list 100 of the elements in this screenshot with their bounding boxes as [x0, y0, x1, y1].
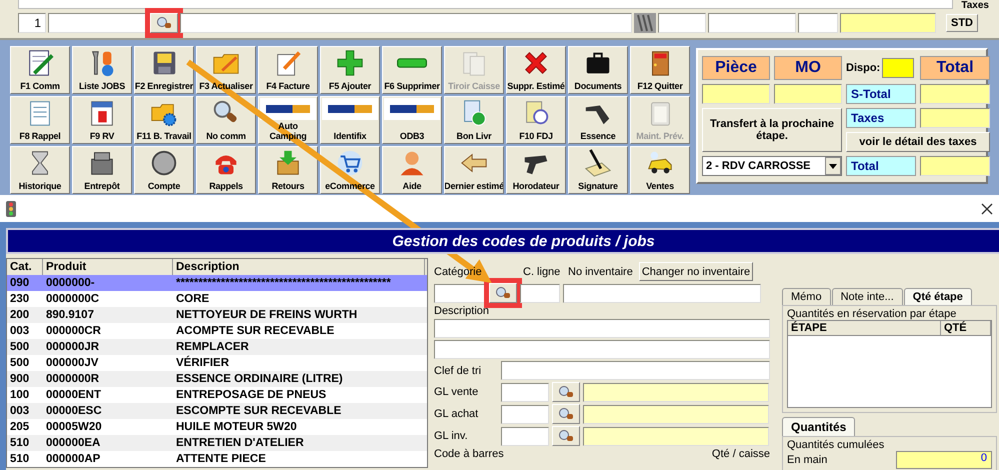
tab[interactable]: Mémo: [782, 288, 831, 305]
lookup-button[interactable]: [552, 382, 580, 402]
column-header: QTÉ: [941, 321, 991, 335]
on-hand-label: En main: [787, 454, 828, 466]
toolbar-button[interactable]: Bon Livr: [444, 96, 504, 144]
magnifier-icon: [558, 385, 574, 399]
toolbar-button[interactable]: F1 Comm: [10, 46, 70, 94]
text-field[interactable]: [920, 156, 990, 176]
gl-code-field[interactable]: [501, 404, 549, 424]
toolbar-button[interactable]: Ventes: [630, 146, 690, 194]
toolbar-button[interactable]: F11 B. Travail: [134, 96, 194, 144]
logo-image: [384, 98, 440, 120]
toolbar-button[interactable]: F2 Enregistrer: [134, 46, 194, 94]
dispo-label: Dispo:: [846, 62, 880, 74]
std-button[interactable]: STD: [946, 14, 978, 32]
text-field[interactable]: [658, 13, 706, 33]
toolbar-button[interactable]: F6 Supprimer: [382, 46, 442, 94]
description-field[interactable]: [434, 340, 770, 359]
magnifier-icon: [558, 407, 574, 421]
list-row[interactable]: 200 890.9107 NETTOYEUR DE FREINS WURTH: [7, 307, 427, 323]
text-field[interactable]: [180, 13, 632, 33]
tax-detail-button[interactable]: voir le détail des taxes: [846, 132, 990, 152]
toolbar-button[interactable]: Liste JOBS: [72, 46, 132, 94]
toolbar-button[interactable]: F9 RV: [72, 96, 132, 144]
stage-dropdown[interactable]: 2 - RDV CARROSSE: [702, 156, 842, 176]
transfer-button[interactable]: Transfert à la prochaine étape.: [702, 108, 842, 152]
dropdown-arrow-icon: [829, 164, 837, 168]
magnifier-icon: [558, 429, 574, 443]
description-field[interactable]: [434, 319, 770, 338]
list-row[interactable]: 500 000000JR REMPLACER: [7, 339, 427, 355]
change-inventory-button[interactable]: Changer no inventaire: [638, 262, 754, 281]
list-row[interactable]: 003 000000CR ACOMPTE SUR RECEVABLE: [7, 323, 427, 339]
toolbar-button[interactable]: F10 FDJ: [506, 96, 566, 144]
text-field[interactable]: [708, 13, 796, 33]
logo-image: [260, 98, 316, 120]
list-row[interactable]: 003 00000ESC ESCOMPTE SUR RECEVABLE: [7, 403, 427, 419]
column-header: ÉTAPE: [788, 321, 941, 335]
gl-code-field[interactable]: [501, 426, 549, 446]
dispo-field[interactable]: [882, 58, 914, 78]
toolbar-button[interactable]: No comm: [196, 96, 256, 144]
lookup-button[interactable]: [552, 426, 580, 446]
toolbar-button[interactable]: Retours: [258, 146, 318, 194]
gl-label: GL achat: [434, 408, 480, 420]
list-row[interactable]: 090 0000000- ************************************************: [7, 275, 427, 291]
gl-code-field[interactable]: [501, 382, 549, 402]
text-field[interactable]: [840, 13, 936, 33]
toolbar-button[interactable]: Entrepôt: [72, 146, 132, 194]
list-row[interactable]: 510 000000AP ATTENTE PIECE: [7, 451, 427, 467]
toolbar-button[interactable]: F12 Quitter: [630, 46, 690, 94]
toolbar-button[interactable]: Essence: [568, 96, 628, 144]
list-row[interactable]: 510 000000EA ENTRETIEN D'ATELIER: [7, 435, 427, 451]
toolbar-button[interactable]: F8 Rappel: [10, 96, 70, 144]
toolbar-button[interactable]: F5 Ajouter: [320, 46, 380, 94]
text-field[interactable]: [798, 13, 838, 33]
group-title: Quantités cumulées: [787, 439, 886, 451]
tire-icon[interactable]: [634, 13, 656, 33]
tab[interactable]: Quantités: [782, 417, 856, 436]
toolbar-button[interactable]: ODB3: [382, 96, 442, 144]
tab[interactable]: Note inte...: [832, 288, 903, 305]
inventory-field[interactable]: [563, 284, 761, 302]
close-icon[interactable]: [981, 202, 993, 214]
total-label: Total: [846, 156, 916, 176]
plus-icon: [335, 48, 365, 78]
magnifier-icon: [495, 286, 511, 300]
text-field[interactable]: [920, 108, 990, 128]
minus-icon: [397, 58, 427, 68]
text-field[interactable]: [18, 0, 954, 9]
list-row[interactable]: 100 00000ENT ENTREPOSAGE DE PNEUS: [7, 387, 427, 403]
toolbar-button[interactable]: Suppr. Estimé: [506, 46, 566, 94]
toolbar-button[interactable]: Rappels: [196, 146, 256, 194]
on-hand-field[interactable]: 0: [896, 451, 992, 469]
list-row[interactable]: 230 0000000C CORE: [7, 291, 427, 307]
toolbar-button[interactable]: F4 Facture: [258, 46, 318, 94]
toolbar-button[interactable]: Aide: [382, 146, 442, 194]
column-header: MO: [774, 56, 842, 80]
toolbar-button[interactable]: Compte: [134, 146, 194, 194]
text-field[interactable]: [920, 84, 990, 104]
list-row[interactable]: 500 000000JV VÉRIFIER: [7, 355, 427, 371]
gl-label: GL vente: [434, 386, 480, 398]
list-row[interactable]: 205 00005W20 HUILE MOTEUR 5W20: [7, 419, 427, 435]
line-code-field[interactable]: [520, 284, 560, 302]
toolbar-button[interactable]: Horodateur: [506, 146, 566, 194]
tab[interactable]: Qté étape: [904, 288, 972, 305]
toolbar-button[interactable]: Historique: [10, 146, 70, 194]
gl-description-field[interactable]: [583, 426, 769, 446]
toolbar-button[interactable]: Identifix: [320, 96, 380, 144]
toolbar-button[interactable]: Signature: [568, 146, 628, 194]
text-field[interactable]: [702, 84, 770, 104]
list-row[interactable]: 900 0000000R ESSENCE ORDINAIRE (LITRE): [7, 371, 427, 387]
toolbar-button[interactable]: Documents: [568, 46, 628, 94]
inventory-label: No inventaire: [568, 266, 633, 278]
text-field[interactable]: [774, 84, 842, 104]
lookup-button[interactable]: [552, 404, 580, 424]
text-field[interactable]: [48, 13, 148, 33]
sort-key-field[interactable]: [501, 361, 770, 380]
gl-description-field[interactable]: [583, 404, 769, 424]
gl-description-field[interactable]: [583, 382, 769, 402]
category-field[interactable]: [434, 284, 486, 302]
cart-icon: [335, 148, 365, 178]
line-number-field[interactable]: 1: [18, 13, 46, 33]
